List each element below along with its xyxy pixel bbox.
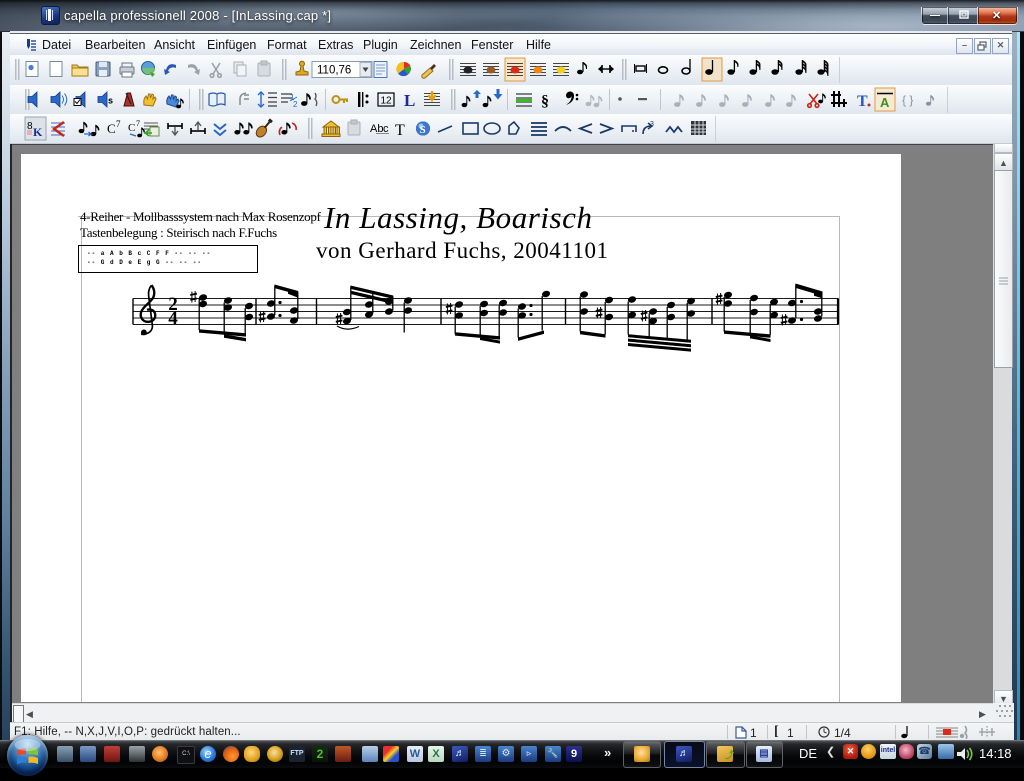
svg-text:C: C [107,121,116,136]
svg-text:7: 7 [116,119,121,129]
svg-text:110,76: 110,76 [317,65,351,77]
svg-text:4: 4 [168,308,178,329]
svg-text:s: s [108,96,113,106]
svg-text:C: C [128,122,135,134]
svg-text:K: K [33,125,43,139]
svg-text:2: 2 [293,100,298,109]
svg-text:{ }: { } [902,93,913,107]
svg-text:T: T [857,93,868,110]
svg-text:12: 12 [381,96,393,107]
svg-text:S: S [420,124,426,136]
svg-text:§: § [541,93,549,110]
svg-text:T: T [395,122,405,139]
svg-text:L: L [404,91,415,110]
svg-text:7: 7 [136,119,140,128]
svg-text:A: A [880,95,890,110]
svg-text:3: 3 [650,121,654,128]
